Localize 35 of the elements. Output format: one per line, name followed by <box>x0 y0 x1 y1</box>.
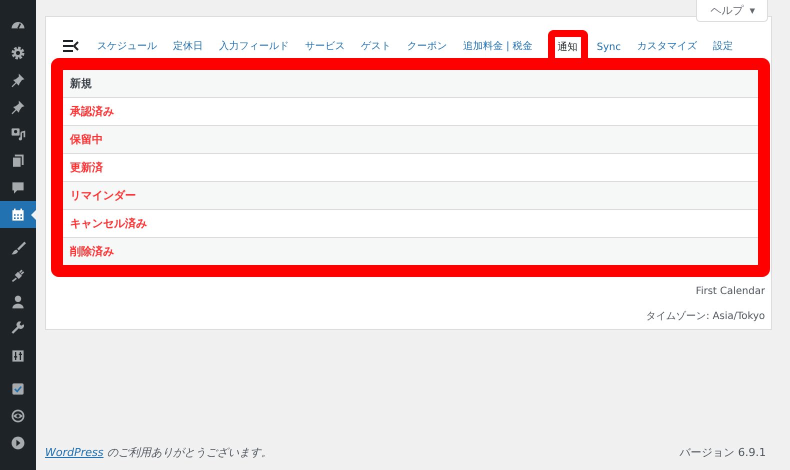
comment-icon <box>10 180 26 196</box>
version-label: バージョン 6.9.1 <box>680 445 766 460</box>
pin-icon <box>10 98 26 114</box>
calendar-name: First Calendar <box>696 286 765 297</box>
tab[interactable]: クーポン <box>399 39 455 58</box>
tab[interactable]: 入力フィールド <box>211 39 297 58</box>
tab[interactable]: 追加料金 | 税金 <box>455 39 541 58</box>
person-icon <box>10 294 26 310</box>
timezone-label: タイムゾーン: Asia/Tokyo <box>646 310 765 323</box>
wrench-icon <box>10 320 26 336</box>
gear-icon <box>10 44 26 60</box>
play-icon <box>10 434 26 450</box>
brush-icon <box>10 240 26 256</box>
tab[interactable]: ゲスト <box>353 39 399 58</box>
media-icon <box>10 126 26 142</box>
tab[interactable]: 設定 <box>704 39 741 58</box>
notification-row[interactable]: リマインダー <box>63 182 758 210</box>
notification-row[interactable]: 保留中 <box>63 126 758 154</box>
notification-row[interactable]: 新規 <box>63 70 758 98</box>
menu-collapse-icon[interactable] <box>63 40 79 52</box>
footer-text: WordPress のご利用ありがとうございます。 <box>45 445 272 460</box>
tab[interactable]: カスタマイズ <box>628 39 705 58</box>
pages-icon <box>10 152 26 168</box>
sliders-icon <box>10 348 26 364</box>
wordpress-link[interactable]: WordPress <box>45 446 104 459</box>
calendar-icon <box>10 206 26 222</box>
pin-icon <box>10 72 26 88</box>
eye-circle-icon <box>10 408 26 424</box>
sidebar-item[interactable] <box>0 201 36 228</box>
tab[interactable]: サービス <box>297 39 353 58</box>
shield-check-icon <box>10 380 26 396</box>
tab[interactable]: Sync <box>588 42 629 58</box>
tab[interactable]: スケジュール <box>89 39 165 58</box>
tab[interactable]: 定休日 <box>165 39 211 58</box>
notification-row[interactable]: 削除済み <box>63 238 758 265</box>
